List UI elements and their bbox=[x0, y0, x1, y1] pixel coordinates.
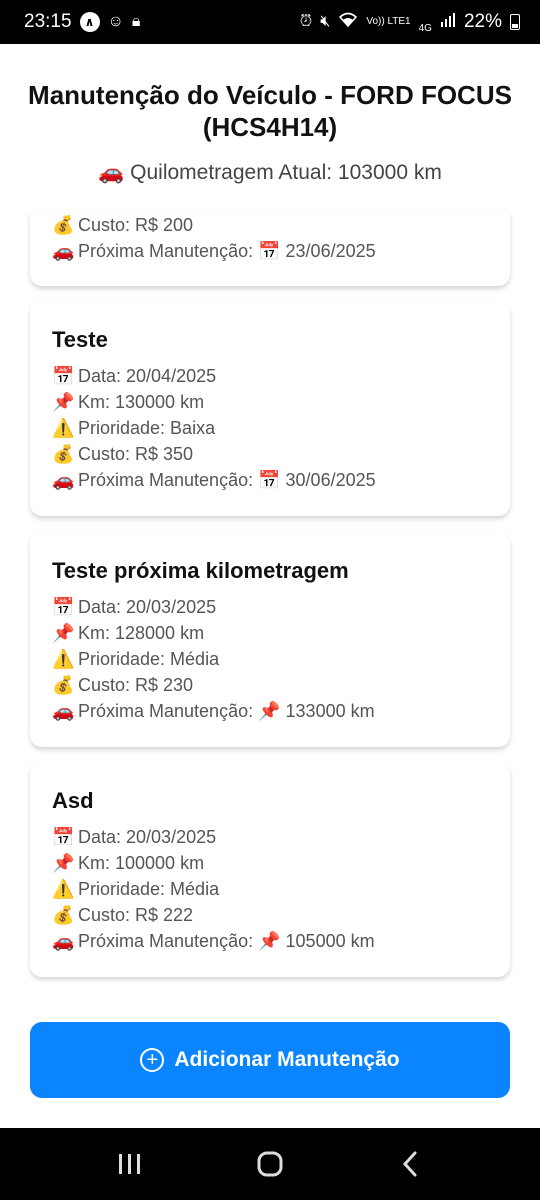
alarm-icon: ⏰︎ bbox=[299, 13, 313, 30]
money-bag-icon: 💰 bbox=[52, 444, 75, 464]
pushpin-icon: 📌 bbox=[52, 392, 75, 412]
card-next-maintenance: 🚗 Próxima Manutenção: 📅 23/06/2025 bbox=[52, 238, 488, 264]
warning-icon: ⚠️ bbox=[52, 649, 75, 669]
maintenance-screen[interactable]: Manutenção do Veículo - FORD FOCUS (HCS4… bbox=[0, 44, 540, 1128]
notification-app-icon: ∧ bbox=[79, 12, 100, 32]
battery-icon bbox=[510, 14, 520, 30]
card-cost: 💰 Custo: R$ 222 bbox=[52, 902, 488, 928]
signal-icon bbox=[440, 12, 456, 32]
money-bag-icon: 💰 bbox=[52, 675, 75, 695]
pushpin-icon: 📌 bbox=[52, 623, 75, 643]
status-bar-left: 23:15 ∧ ☺ 🔒︎ bbox=[24, 11, 140, 33]
pushpin-icon: 📌 bbox=[258, 931, 281, 951]
card-km: 📌 Km: 100000 km bbox=[52, 850, 488, 876]
home-button[interactable] bbox=[245, 1139, 295, 1189]
car-icon: 🚗 bbox=[52, 470, 75, 490]
calendar-icon: 📅 bbox=[52, 597, 75, 617]
card-date: 📅 Data: 20/04/2025 bbox=[52, 363, 488, 389]
lock-icon: 🔒︎ bbox=[131, 13, 141, 30]
warning-icon: ⚠️ bbox=[52, 879, 75, 899]
back-button[interactable] bbox=[385, 1139, 435, 1189]
volte-label: Vo)) LTE1 bbox=[366, 16, 411, 27]
card-title: Teste próxima kilometragem bbox=[52, 558, 349, 583]
add-maintenance-button[interactable]: + Adicionar Manutenção bbox=[30, 1022, 510, 1098]
car-icon: 🚗 bbox=[52, 701, 75, 721]
status-bar: 23:15 ∧ ☺ 🔒︎ ⏰︎ 🔇︎ Vo)) LTE1 4G 22% bbox=[0, 0, 540, 44]
card-cost: 💰 Custo: R$ 200 bbox=[52, 212, 488, 238]
card-km: 📌 Km: 130000 km bbox=[52, 389, 488, 415]
recent-apps-icon bbox=[119, 1154, 140, 1174]
maintenance-card[interactable]: Asd 📅 Data: 20/03/2025 📌 Km: 100000 km ⚠️ P… bbox=[30, 761, 510, 977]
maintenance-card-partial[interactable]: 💰 Custo: R$ 200 🚗 Próxima Manutenção: 📅 23… bbox=[30, 212, 510, 286]
wifi-icon bbox=[338, 12, 358, 32]
current-mileage-text: Quilometragem Atual: 103000 km bbox=[130, 161, 442, 184]
car-icon: 🚗 bbox=[52, 931, 75, 951]
plus-circle-icon: + bbox=[140, 1048, 165, 1072]
battery-percent: 22% bbox=[463, 11, 502, 32]
recent-apps-button[interactable] bbox=[105, 1139, 155, 1189]
calendar-icon: 📅 bbox=[258, 241, 281, 261]
card-date: 📅 Data: 20/03/2025 bbox=[52, 594, 488, 620]
card-title: Teste bbox=[52, 327, 108, 352]
card-cost: 💰 Custo: R$ 230 bbox=[52, 672, 488, 698]
pushpin-icon: 📌 bbox=[258, 701, 281, 721]
car-icon: 🚗 bbox=[98, 161, 125, 184]
card-date: 📅 Data: 20/03/2025 bbox=[52, 824, 488, 850]
maintenance-card[interactable]: Teste próxima kilometragem 📅 Data: 20/03/… bbox=[30, 531, 510, 747]
network-gen-label: 4G bbox=[418, 22, 432, 34]
warning-icon: ⚠️ bbox=[52, 418, 75, 438]
system-nav-bar bbox=[0, 1128, 540, 1200]
calendar-icon: 📅 bbox=[52, 827, 75, 847]
page-title: Manutenção do Veículo - FORD FOCUS (HCS4… bbox=[28, 80, 512, 142]
card-cost: 💰 Custo: R$ 350 bbox=[52, 441, 488, 467]
status-bar-right: ⏰︎ 🔇︎ Vo)) LTE1 4G 22% bbox=[300, 11, 520, 34]
maintenance-card[interactable]: Teste 📅 Data: 20/04/2025 📌 Km: 130000 km ⚠… bbox=[30, 300, 510, 516]
card-km: 📌 Km: 128000 km bbox=[52, 620, 488, 646]
card-next-maintenance: 🚗 Próxima Manutenção: 📅 30/06/2025 bbox=[52, 467, 488, 493]
card-next-maintenance: 🚗 Próxima Manutenção: 📌 133000 km bbox=[52, 698, 488, 724]
back-icon bbox=[402, 1151, 417, 1177]
card-priority: ⚠️ Prioridade: Média bbox=[52, 646, 488, 672]
card-priority: ⚠️ Prioridade: Baixa bbox=[52, 415, 488, 441]
mute-icon: 🔇︎ bbox=[320, 13, 331, 30]
home-icon bbox=[257, 1151, 283, 1177]
card-title: Asd bbox=[52, 788, 94, 813]
smiley-notification-icon: ☺ bbox=[107, 13, 124, 30]
current-mileage: 🚗 Quilometragem Atual: 103000 km bbox=[0, 161, 540, 185]
car-icon: 🚗 bbox=[52, 241, 75, 261]
money-bag-icon: 💰 bbox=[52, 905, 75, 925]
add-maintenance-label: Adicionar Manutenção bbox=[174, 1048, 400, 1071]
calendar-icon: 📅 bbox=[52, 366, 75, 386]
card-priority: ⚠️ Prioridade: Média bbox=[52, 876, 488, 902]
card-next-maintenance: 🚗 Próxima Manutenção: 📌 105000 km bbox=[52, 928, 488, 954]
pushpin-icon: 📌 bbox=[52, 853, 75, 873]
calendar-icon: 📅 bbox=[258, 470, 281, 490]
status-time: 23:15 bbox=[24, 11, 72, 32]
money-bag-icon: 💰 bbox=[52, 215, 75, 235]
